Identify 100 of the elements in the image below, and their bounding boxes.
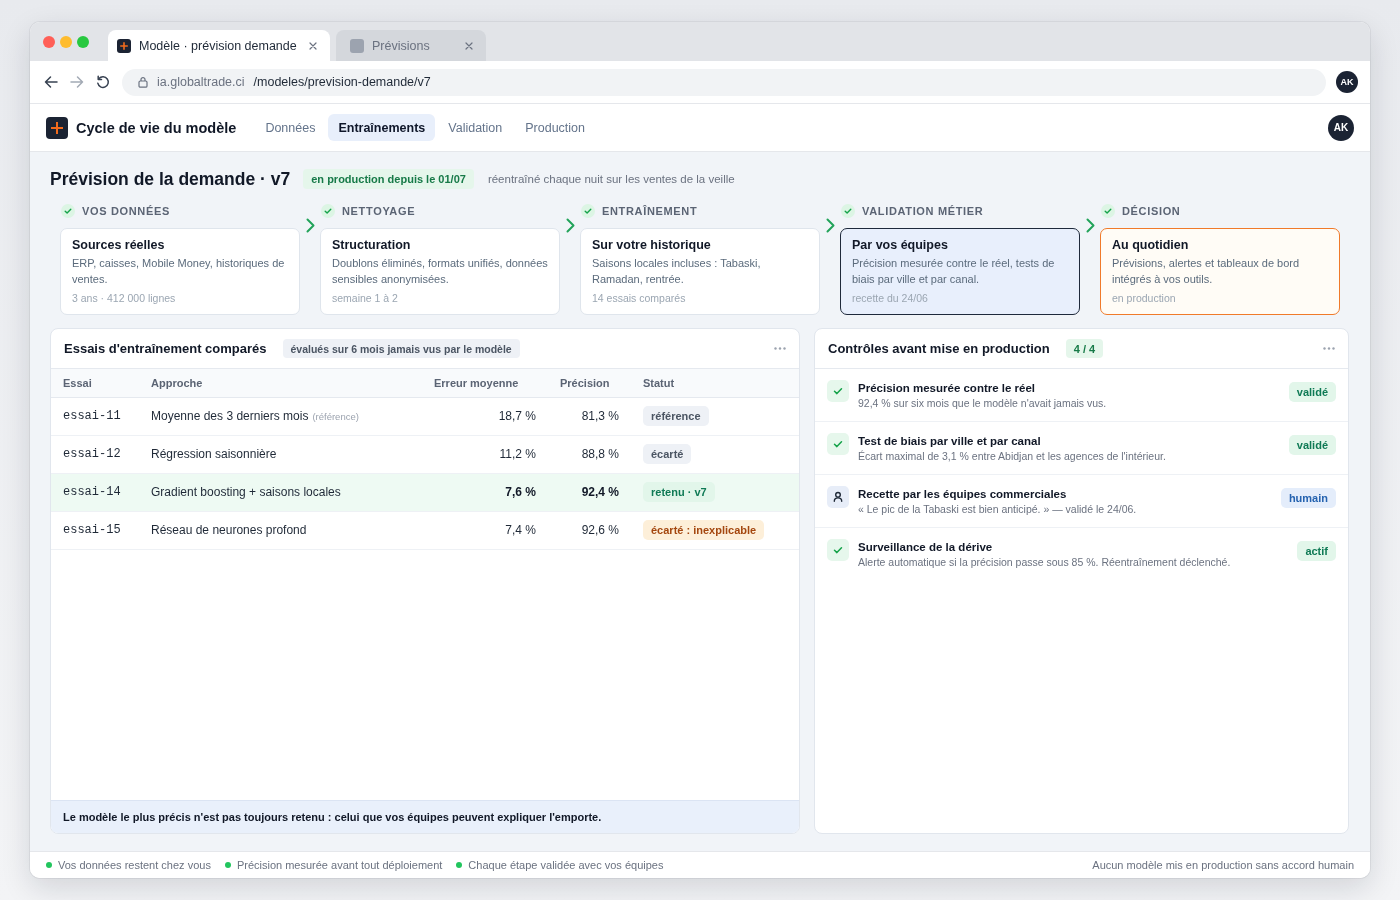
back-icon[interactable] <box>44 75 58 89</box>
dot-icon <box>224 862 231 868</box>
step-label: VALIDATION MÉTIER <box>862 205 984 217</box>
nav-tab[interactable]: Entraînements <box>328 114 436 141</box>
nav-tab[interactable]: Données <box>255 114 326 141</box>
panel-title: Contrôles avant mise en production <box>828 341 1050 356</box>
close-icon[interactable] <box>465 41 473 50</box>
card-description: Doublons éliminés, formats unifiés, données sensibles anonymisées. <box>332 256 548 287</box>
table-row[interactable]: essai-14 Gradient boosting + saisons locales 7,6 % 92,4 % retenu · v7 <box>51 473 799 511</box>
more-options-icon[interactable] <box>1323 347 1335 350</box>
table-cell: essai-15 <box>51 511 139 549</box>
table-row[interactable]: essai-11 Moyenne des 3 derniers mois (référence) 18,7 % 81,3 % référence <box>51 397 799 435</box>
count-badge: 4 / 4 <box>1065 339 1104 358</box>
check-icon <box>827 539 849 561</box>
card-meta: en production <box>1112 291 1177 305</box>
card-description: Précision mesurée contre le réel, tests de biais par ville et par canal. <box>852 256 1056 287</box>
table-cell: 92,6 % <box>548 511 631 549</box>
table-row[interactable]: essai-15 Réseau de neurones profond 7,4 % 92,6 % écarté : inexplicable <box>51 511 799 549</box>
plus-logo-icon <box>117 38 131 53</box>
chevron-right-icon <box>565 218 575 233</box>
approach-text: Réseau de neurones profond <box>151 523 307 537</box>
check-detail: Alerte automatique si la précision passe sous 85 %. Réentraînement déclenché. <box>858 555 1232 570</box>
approach-text: Régression saisonnière <box>151 447 277 461</box>
dot-icon <box>456 862 463 868</box>
chevron-right-icon <box>825 218 835 233</box>
card-description: ERP, caisses, Mobile Money, historiques de ventes. <box>72 256 286 287</box>
column-header: Essai <box>51 369 139 397</box>
check-icon <box>827 380 849 402</box>
browser-tab[interactable]: Prévisions <box>336 30 486 61</box>
card-meta: recette du 24/06 <box>852 291 929 305</box>
card-meta: semaine 1 à 2 <box>332 291 399 305</box>
close-icon[interactable] <box>309 41 317 50</box>
card-title: Structuration <box>332 238 412 253</box>
approach-text: Gradient boosting + saisons locales <box>151 485 341 499</box>
step-label: NETTOYAGE <box>342 205 416 217</box>
status-badge: référence <box>643 406 709 426</box>
url-host-text: ia.globaltrade.ci <box>157 75 245 89</box>
window-minimize-icon[interactable] <box>60 35 72 48</box>
table-row[interactable]: essai-12 Régression saisonnière 11,2 % 88,8 % écarté <box>51 435 799 473</box>
status-badge: en production depuis le 01/07 <box>303 169 474 189</box>
nav-tab[interactable]: Validation <box>438 114 513 141</box>
plus-logo-icon <box>46 116 68 139</box>
step-label: VOS DONNÉES <box>82 205 170 217</box>
card-title: Au quotidien <box>1112 238 1190 253</box>
app-title: Cycle de vie du modèle <box>76 119 237 136</box>
table-footnote: Le modèle le plus précis n'est pas toujours retenu : celui que vos équipes peuvent expliquer l'emporte. <box>51 800 799 833</box>
forward-icon[interactable] <box>70 75 84 89</box>
profile-avatar[interactable]: AK <box>1336 71 1358 93</box>
card-title: Sources réelles <box>72 238 166 253</box>
user-avatar[interactable]: AK <box>1328 114 1354 141</box>
browser-tab[interactable]: Modèle · prévision demande <box>108 30 330 61</box>
table-cell: 81,3 % <box>548 397 631 435</box>
check-title: Recette par les équipes commerciales <box>858 487 1068 502</box>
table-cell: 18,7 % <box>422 397 548 435</box>
status-text: Vos données restent chez vous <box>58 859 211 871</box>
check-title: Surveillance de la dérive <box>858 540 994 555</box>
card-title: Par vos équipes <box>852 238 949 253</box>
table-cell: 88,8 % <box>548 435 631 473</box>
address-field[interactable]: ia.globaltrade.ci /modeles/prevision-demande/v7 <box>122 68 1326 96</box>
more-options-icon[interactable] <box>774 347 786 350</box>
lock-icon <box>138 76 148 88</box>
status-badge: écarté <box>643 444 692 464</box>
scope-badge: évalués sur 6 mois jamais vus par le modèle <box>282 339 520 358</box>
column-header: Approche <box>139 369 422 397</box>
status-note: Aucun modèle mis en production sans accord humain <box>1092 859 1354 871</box>
card-meta: 14 essais comparés <box>592 291 687 305</box>
subtitle-text: réentraîné chaque nuit sur les ventes de la veille <box>487 173 735 185</box>
column-header: Erreur moyenne <box>422 369 548 397</box>
check-icon <box>827 433 849 455</box>
panel-title: Essais d'entraînement comparés <box>64 341 267 356</box>
table-cell: 7,6 % <box>422 473 548 511</box>
approach-text: Moyenne des 3 derniers mois <box>151 409 309 423</box>
dot-icon <box>46 862 52 868</box>
check-title: Test de biais par ville et par canal <box>858 434 1042 449</box>
table-cell: 7,4 % <box>422 511 548 549</box>
window-maximize-icon[interactable] <box>77 35 89 48</box>
check-detail: Écart maximal de 3,1 % entre Abidjan et les agences de l'intérieur. <box>858 449 1167 464</box>
status-badge: validé <box>1288 382 1336 402</box>
column-header: Statut <box>631 369 799 397</box>
reload-icon[interactable] <box>96 75 110 89</box>
table-cell: 92,4 % <box>548 473 631 511</box>
table-cell: essai-14 <box>51 473 139 511</box>
status-badge: écarté : inexplicable <box>643 520 765 540</box>
nav-tab[interactable]: Production <box>515 114 595 141</box>
url-path-text: /modeles/prevision-demande/v7 <box>253 75 431 89</box>
chevron-right-icon <box>1085 218 1095 233</box>
card-description: Saisons locales incluses : Tabaski, Ramadan, rentrée. <box>592 256 762 287</box>
status-badge: humain <box>1280 488 1336 508</box>
status-badge: actif <box>1297 541 1336 561</box>
step-label: DÉCISION <box>1122 205 1181 217</box>
card-description: Prévisions, alertes et tableaux de bord intégrés à vos outils. <box>1112 256 1301 287</box>
column-header: Précision <box>548 369 631 397</box>
check-title: Précision mesurée contre le réel <box>858 381 1037 396</box>
status-badge: retenu · v7 <box>643 482 715 502</box>
status-text: Chaque étape validée avec vos équipes <box>468 859 664 871</box>
window-close-icon[interactable] <box>43 35 55 48</box>
check-detail: « Le pic de la Tabaski est bien anticipé. » — validé le 24/06. <box>858 502 1138 517</box>
status-text: Précision mesurée avant tout déploiement <box>236 859 443 871</box>
status-badge: validé <box>1288 435 1336 455</box>
card-meta: 3 ans · 412 000 lignes <box>72 291 177 305</box>
